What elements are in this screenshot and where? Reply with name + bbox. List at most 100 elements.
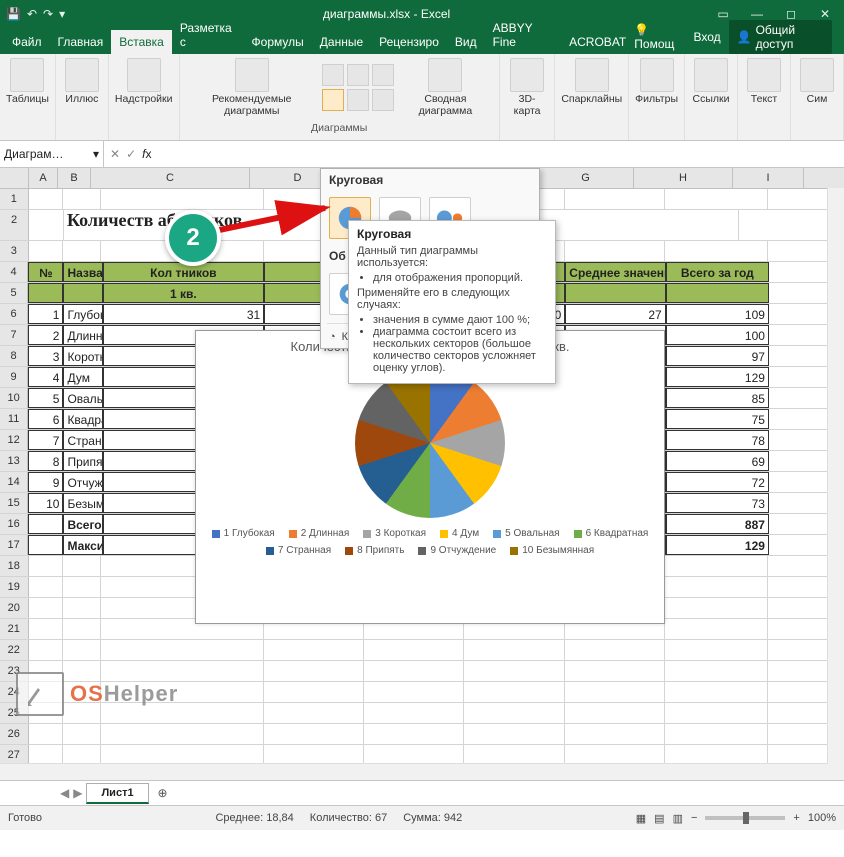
cell[interactable]	[29, 577, 64, 597]
cell[interactable]	[63, 598, 101, 618]
cell[interactable]: 78	[666, 430, 769, 450]
cell[interactable]: 5	[28, 388, 63, 408]
cell[interactable]	[28, 514, 63, 534]
cell[interactable]	[63, 556, 101, 576]
tab-layout[interactable]: Разметка с	[172, 16, 244, 54]
cell[interactable]: 2	[28, 325, 63, 345]
cell[interactable]: 887	[666, 514, 769, 534]
minimize-icon[interactable]: —	[742, 7, 772, 21]
cell[interactable]: 129	[666, 535, 769, 555]
tab-view[interactable]: Вид	[447, 30, 485, 54]
cell[interactable]: 27	[565, 304, 665, 324]
cell[interactable]	[29, 556, 64, 576]
cell[interactable]: 69	[666, 451, 769, 471]
tab-review[interactable]: Рецензиро	[371, 30, 447, 54]
fx-icon[interactable]: fx	[142, 147, 151, 161]
text-button[interactable]: Текст	[744, 58, 784, 106]
cell[interactable]	[464, 745, 564, 765]
cell[interactable]	[29, 745, 64, 765]
cell[interactable]	[565, 661, 665, 681]
cell[interactable]	[29, 619, 64, 639]
row-header[interactable]: 18	[0, 556, 29, 576]
cell[interactable]: Длинная	[63, 325, 102, 345]
row-header[interactable]: 11	[0, 409, 28, 429]
cell[interactable]	[63, 640, 101, 660]
illustrations-button[interactable]: Иллюс	[62, 58, 102, 106]
addins-button[interactable]: Надстройки	[115, 58, 173, 106]
cell[interactable]	[264, 640, 364, 660]
cell[interactable]: Припять	[63, 451, 102, 471]
row-header[interactable]: 12	[0, 430, 28, 450]
cell[interactable]	[101, 724, 263, 744]
symbols-button[interactable]: Сим	[797, 58, 837, 106]
accept-formula-icon[interactable]: ✓	[126, 147, 136, 161]
zoom-controls[interactable]: ▦ ▤ ▥ − + 100%	[636, 812, 836, 825]
cell[interactable]: Дум	[63, 367, 102, 387]
row-header[interactable]: 16	[0, 514, 28, 534]
cell[interactable]	[665, 640, 768, 660]
row-header[interactable]: 4	[0, 262, 28, 282]
view-normal-icon[interactable]: ▦	[636, 812, 646, 825]
row-header[interactable]: 8	[0, 346, 28, 366]
col-header[interactable]: B	[58, 168, 91, 188]
cell[interactable]	[665, 556, 768, 576]
select-all-corner[interactable]	[0, 168, 29, 188]
cell[interactable]	[29, 189, 64, 209]
cell[interactable]: 100	[666, 325, 769, 345]
tab-acrobat[interactable]: ACROBAT	[561, 30, 634, 54]
row-header[interactable]: 10	[0, 388, 28, 408]
cell[interactable]	[565, 682, 665, 702]
cell[interactable]: Овальная	[63, 388, 102, 408]
cell[interactable]	[665, 241, 768, 261]
row-header[interactable]: 7	[0, 325, 28, 345]
cancel-formula-icon[interactable]: ✕	[110, 147, 120, 161]
redo-icon[interactable]: ↷	[43, 7, 53, 21]
tab-data[interactable]: Данные	[312, 30, 371, 54]
cell[interactable]	[29, 598, 64, 618]
cell[interactable]: №	[28, 262, 63, 282]
zoom-percent[interactable]: 100%	[808, 812, 836, 824]
cell[interactable]	[101, 189, 263, 209]
cell[interactable]: 97	[666, 346, 769, 366]
sheet-nav-next[interactable]: ▶	[73, 786, 82, 800]
cell[interactable]: 1	[28, 304, 63, 324]
cell[interactable]	[101, 745, 263, 765]
cell[interactable]: Странная	[63, 430, 102, 450]
row-header[interactable]: 14	[0, 472, 28, 492]
cell[interactable]	[665, 682, 768, 702]
cell[interactable]	[28, 535, 63, 555]
close-icon[interactable]: ✕	[810, 7, 840, 21]
3d-map-button[interactable]: 3D-карта	[506, 58, 548, 117]
cell[interactable]	[364, 724, 464, 744]
cell[interactable]	[665, 745, 768, 765]
tab-formulas[interactable]: Формулы	[244, 30, 312, 54]
cell[interactable]	[666, 283, 769, 303]
cell[interactable]	[364, 745, 464, 765]
cell[interactable]	[464, 682, 564, 702]
cell[interactable]	[63, 577, 101, 597]
cell[interactable]: Название шахты	[63, 262, 102, 282]
cell[interactable]: 4	[28, 367, 63, 387]
cell[interactable]: Всего за год	[666, 262, 769, 282]
save-icon[interactable]: 💾	[6, 7, 21, 21]
pivot-chart-button[interactable]: Сводная диаграмма	[398, 58, 493, 117]
cell[interactable]	[565, 189, 665, 209]
view-page-icon[interactable]: ▤	[654, 812, 664, 825]
tab-abbyy[interactable]: ABBYY Fine	[485, 16, 562, 54]
cell[interactable]	[565, 241, 665, 261]
cell[interactable]	[63, 724, 101, 744]
col-header[interactable]: C	[91, 168, 250, 188]
cell[interactable]: 109	[666, 304, 769, 324]
cell[interactable]	[364, 640, 464, 660]
cell[interactable]: 72	[666, 472, 769, 492]
tell-me[interactable]: 💡 Помощ	[634, 23, 685, 51]
row-header[interactable]: 15	[0, 493, 28, 513]
tab-file[interactable]: Файл	[4, 30, 50, 54]
cell[interactable]	[464, 703, 564, 723]
cell[interactable]	[63, 189, 101, 209]
cell[interactable]	[364, 703, 464, 723]
sign-in[interactable]: Вход	[693, 30, 720, 44]
cell[interactable]	[565, 283, 665, 303]
cell[interactable]: Среднее значение за	[565, 262, 665, 282]
qat-dropdown-icon[interactable]: ▾	[59, 7, 65, 21]
